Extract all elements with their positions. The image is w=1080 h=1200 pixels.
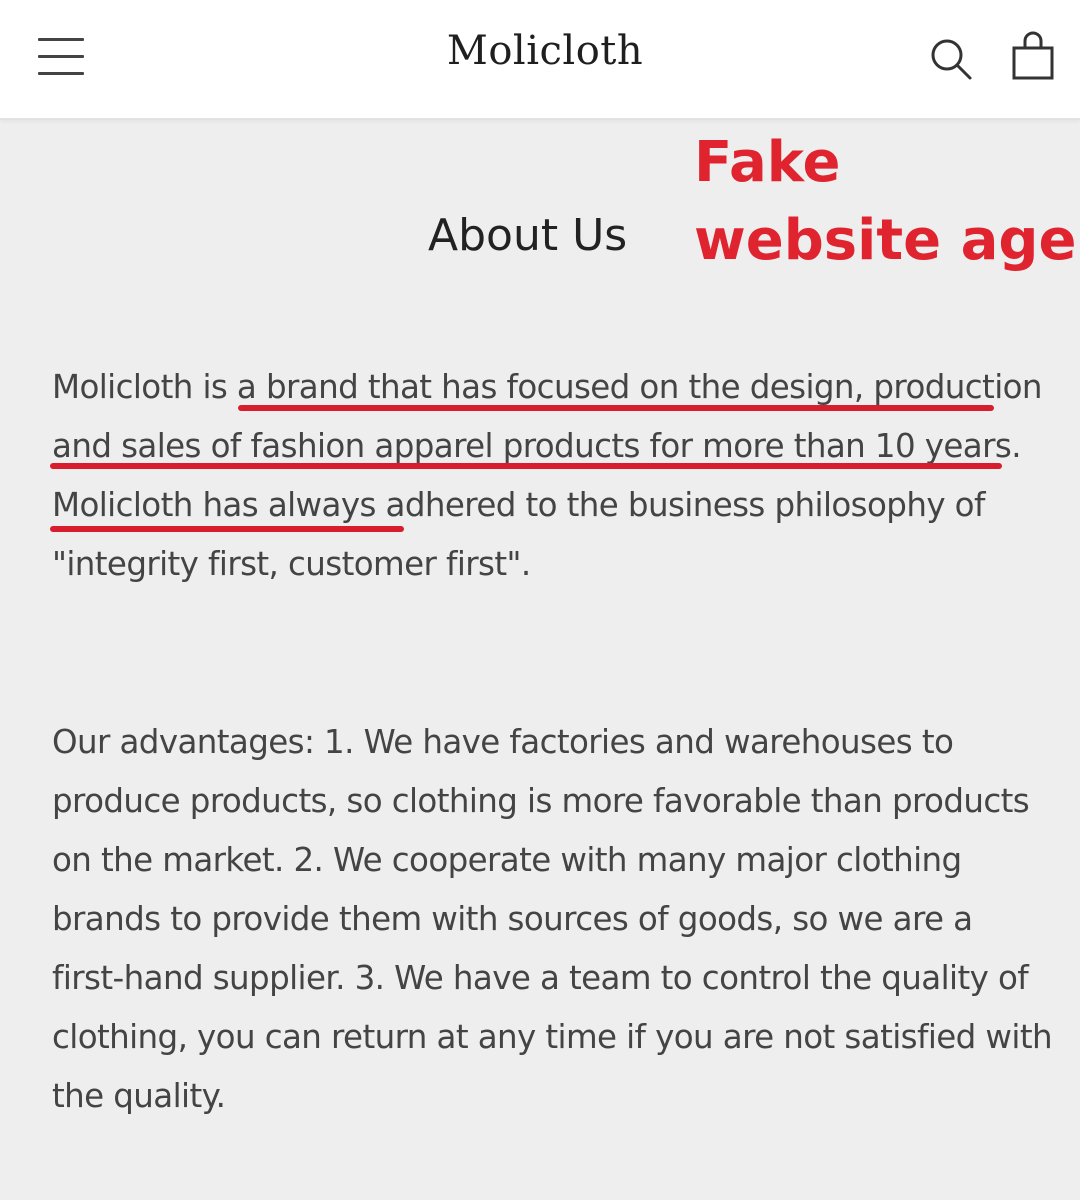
site-logo[interactable]: Molicloth: [340, 28, 750, 74]
search-button[interactable]: [928, 36, 974, 82]
annotation-line-2: website age: [694, 208, 1077, 273]
about-paragraph-1: Molicloth is a brand that has focused on…: [52, 368, 1043, 583]
page-title: About Us: [428, 210, 628, 261]
cart-button[interactable]: [1008, 30, 1060, 84]
highlight-underline: [238, 405, 994, 411]
highlight-underline: [50, 526, 404, 532]
highlight-underline: [50, 463, 1002, 469]
hamburger-menu-icon: [38, 38, 84, 41]
shopping-bag-icon: [1012, 31, 1054, 80]
site-header: Molicloth: [0, 0, 1080, 120]
about-paragraph-2: Our advantages: 1. We have factories and…: [52, 723, 1053, 1115]
search-icon: [931, 39, 972, 80]
menu-button[interactable]: [36, 36, 86, 78]
fake-website-age-annotation: Fake website age: [694, 124, 1076, 280]
hamburger-menu-icon-line: [38, 72, 84, 75]
annotation-line-1: Fake: [694, 130, 841, 195]
hamburger-menu-icon-line: [38, 55, 84, 58]
